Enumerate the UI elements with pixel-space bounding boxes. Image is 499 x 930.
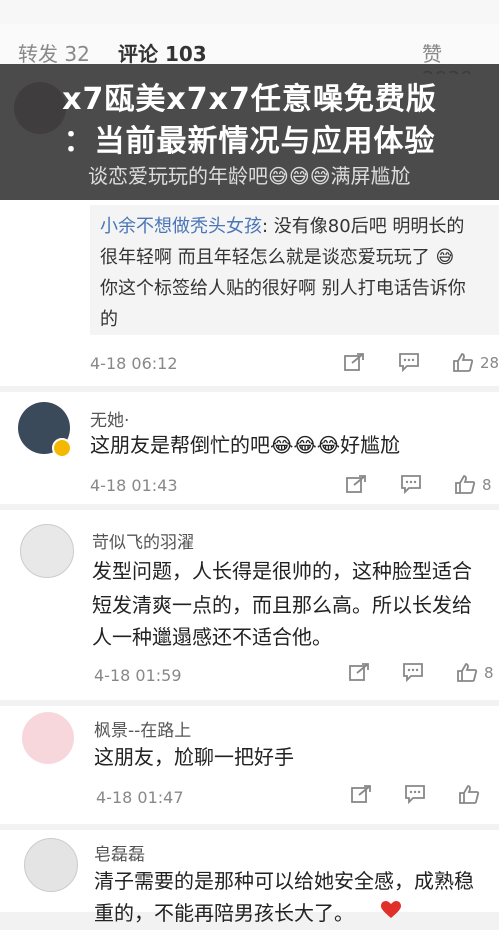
- timestamp: 4-18 01:47: [96, 788, 184, 807]
- thumbs-up-icon[interactable]: [452, 352, 474, 372]
- headline-line-2: ：当前最新情况与应用体验: [63, 124, 436, 159]
- share-icon[interactable]: [343, 352, 365, 372]
- thumbs-up-icon[interactable]: [456, 662, 478, 682]
- comment-text: 重的，不能再陪男孩长大了。: [94, 901, 354, 925]
- timestamp: 4-18 01:59: [94, 666, 182, 685]
- comment-icon[interactable]: [404, 784, 426, 805]
- comment-card: 皂磊磊 清子需要的是那种可以给她安全感，成熟稳 重的，不能再陪男孩长大了。: [0, 830, 499, 925]
- like-count: 28: [480, 354, 499, 372]
- headline-line-1: x7瓯美x7x7任意噪免费版: [62, 82, 437, 117]
- username[interactable]: 皂磊磊: [94, 840, 145, 865]
- timestamp: 4-18 06:12: [90, 354, 178, 373]
- comment-icon[interactable]: [398, 352, 420, 373]
- username[interactable]: 枫景--在路上: [94, 716, 191, 741]
- tab-forward[interactable]: 转发 32: [18, 38, 90, 67]
- username[interactable]: 苛似飞的羽濯: [92, 528, 194, 553]
- comment-text: 短发清爽一点的，而且那么高。所以长发给: [92, 593, 472, 617]
- avatar[interactable]: [20, 524, 74, 578]
- tab-comments[interactable]: 评论 103: [118, 38, 207, 67]
- heart-icon: [380, 900, 402, 920]
- share-icon[interactable]: [350, 784, 372, 804]
- comment-icon[interactable]: [400, 474, 422, 495]
- comment-text: 清子需要的是那种可以给她安全感，成熟稳: [94, 869, 474, 893]
- share-icon[interactable]: [345, 474, 367, 494]
- quote-text: 很年轻啊 而且年轻怎么就是谈恋爱玩玩了 😅: [100, 247, 455, 268]
- comment-icon[interactable]: [402, 662, 424, 683]
- comment-card: 无她· 这朋友是帮倒忙的吧😂😂😂好尴尬 4-18 01:43 8: [0, 392, 499, 504]
- share-icon[interactable]: [348, 662, 370, 682]
- comment-text: 这朋友，尬聊一把好手: [94, 745, 294, 769]
- quote-author[interactable]: 小余不想做秃头女孩: [100, 216, 262, 237]
- comment-text: 谈恋爱玩玩的年龄吧😅😅😅满屏尴尬: [88, 164, 411, 188]
- timestamp: 4-18 01:43: [90, 476, 178, 495]
- quoted-reply[interactable]: 小余不想做秃头女孩: 没有像80后吧 明明长的 很年轻啊 而且年轻怎么就是谈恋爱…: [90, 205, 499, 335]
- comment-card: 枫景--在路上 这朋友，尬聊一把好手 4-18 01:47: [0, 706, 499, 824]
- comment-card: 苛似飞的羽濯 发型问题，人长得是很帅的，这种脸型适合 短发清爽一点的，而且那么高…: [0, 510, 499, 700]
- like-count: 8: [482, 476, 492, 494]
- quote-text: : 没有像80后吧 明明长的: [262, 216, 465, 237]
- comment-footer: 4-18 06:12 28: [0, 342, 499, 386]
- quote-text: 的: [100, 309, 118, 330]
- like-count: 8: [484, 664, 494, 682]
- avatar[interactable]: [24, 838, 78, 892]
- quote-text: 你这个标签给人贴的很好啊 别人打电话告诉你: [100, 278, 466, 299]
- comment-text: 这朋友是帮倒忙的吧😂😂😂好尴尬: [90, 433, 401, 457]
- comment-text: 人一种邋遢感还不适合他。: [92, 625, 332, 649]
- thumbs-up-icon[interactable]: [458, 784, 480, 804]
- verified-badge: [52, 438, 72, 458]
- comment-text: 发型问题，人长得是很帅的，这种脸型适合: [92, 559, 472, 583]
- avatar[interactable]: [22, 712, 74, 764]
- top-strip: [0, 0, 499, 24]
- thumbs-up-icon[interactable]: [454, 474, 476, 494]
